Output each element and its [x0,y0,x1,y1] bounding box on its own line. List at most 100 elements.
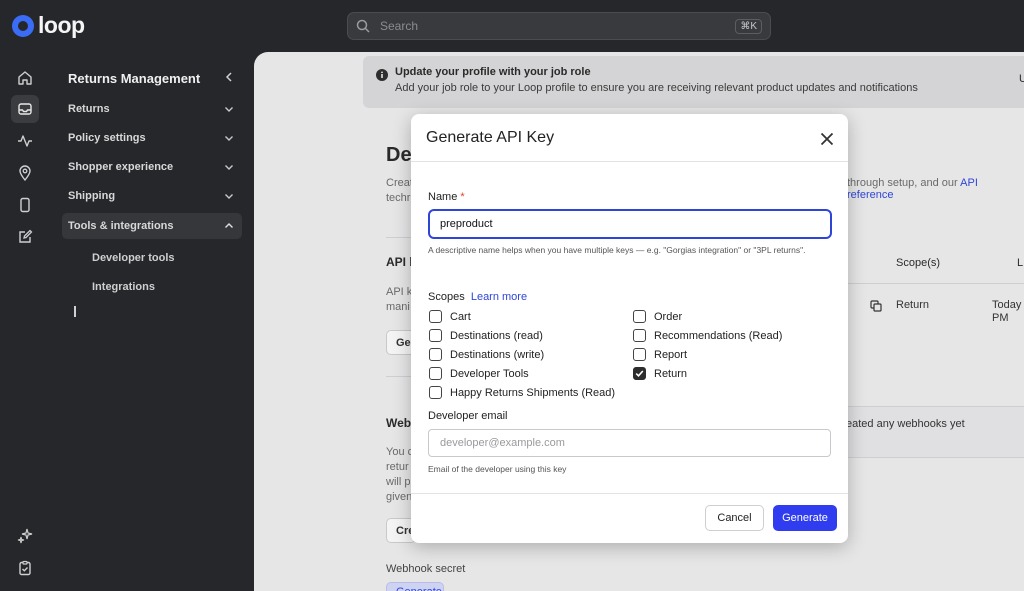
generate-button[interactable]: Generate [773,505,837,531]
icon-rail [0,52,50,591]
table-divider [848,283,1024,284]
intro-text-line2: techr [386,192,411,204]
scope-checkbox-happy-returns-shipments[interactable]: Happy Returns Shipments (Read) [429,386,615,399]
edit-icon[interactable] [11,223,39,251]
scope-checkbox-cart[interactable]: Cart [429,310,471,323]
search-bar[interactable]: ⌘K [347,12,771,40]
checkbox-checked[interactable] [633,367,646,380]
sidebar-item-label: Shopper experience [68,161,174,173]
required-mark: * [460,191,465,203]
sidebar-item-tools-integrations[interactable]: Tools & integrations [62,213,242,239]
sidebar-item-label: Shipping [68,190,116,202]
chevron-left-icon [225,72,232,82]
checkbox[interactable] [633,329,646,342]
sidebar-subitem-developer-tools[interactable]: Developer tools [92,252,175,264]
scopes-header: Scopes Learn more [428,291,527,303]
row-scope: Return [896,299,930,311]
sidebar-title: Returns Management [68,71,201,86]
checkbox[interactable] [633,310,646,323]
top-bar: loop ⌘K [0,0,1024,52]
scope-label: Recommendations (Read) [654,329,783,342]
dialog-title: Generate API Key [426,129,555,146]
sparkle-icon[interactable] [11,522,39,550]
name-input[interactable] [428,209,832,239]
banner-action[interactable]: U [1019,73,1024,85]
sidebar-item-returns[interactable]: Returns [62,96,242,122]
home-icon[interactable] [11,64,39,92]
intro-text-tail: through setup, and our API reference [847,177,1024,201]
checkbox[interactable] [429,310,442,323]
sidebar-item-label: Policy settings [68,132,146,144]
sidebar-item-shopper-experience[interactable]: Shopper experience [62,154,242,180]
chevron-down-icon [225,194,233,199]
generate-api-key-dialog: Generate API Key Name * A descriptive na… [411,114,848,543]
checkbox[interactable] [429,367,442,380]
scope-checkbox-destinations-read[interactable]: Destinations (read) [429,329,543,342]
sidebar-subitem-integrations[interactable]: Integrations [92,281,155,293]
scope-checkbox-developer-tools[interactable]: Developer Tools [429,367,529,380]
location-pin-icon[interactable] [11,159,39,187]
search-shortcut: ⌘K [735,18,762,34]
sidebar-item-policy-settings[interactable]: Policy settings [62,125,242,151]
activity-icon[interactable] [11,127,39,155]
sidebar-item-shipping[interactable]: Shipping [62,183,242,209]
mobile-icon[interactable] [11,191,39,219]
page-title: De [386,144,412,166]
chevron-down-icon [225,107,233,112]
collapse-sidebar-button[interactable] [222,70,236,89]
close-icon [820,132,834,146]
logo-text: loop [38,12,85,38]
generate-secret-button[interactable]: Generate [386,582,444,591]
row-date-line2: PM [992,312,1009,324]
last-column-header: L [1017,257,1024,269]
developer-email-field[interactable] [428,429,831,457]
scope-label: Destinations (read) [450,329,543,342]
search-input[interactable] [378,18,736,34]
scope-checkbox-destinations-write[interactable]: Destinations (write) [429,348,544,361]
clipboard-check-icon[interactable] [11,554,39,582]
scope-checkbox-return[interactable]: Return [633,367,687,380]
copy-icon[interactable] [870,300,882,312]
chevron-down-icon [225,165,233,170]
active-indicator [74,306,76,317]
chevron-down-icon [225,136,233,141]
api-desc: API k [386,286,413,298]
scopes-label: Scopes [428,291,465,303]
scopes-column-header: Scope(s) [896,257,941,269]
webhooks-desc-2: retur [386,461,409,473]
checkbox[interactable] [429,386,442,399]
sidebar-item-label: Returns [68,103,110,115]
checkbox[interactable] [429,348,442,361]
name-label-text: Name [428,191,458,203]
scope-checkbox-order[interactable]: Order [633,310,682,323]
scope-label: Report [654,348,688,361]
checkbox[interactable] [633,348,646,361]
cancel-button[interactable]: Cancel [705,505,764,531]
scope-label: Cart [450,310,471,323]
name-help-text: A descriptive name helps when you have m… [428,245,806,255]
webhooks-desc: You c [386,446,414,458]
scope-checkbox-recommendations-read[interactable]: Recommendations (Read) [633,329,782,342]
webhook-secret-label: Webhook secret [386,563,466,575]
close-button[interactable] [815,127,839,151]
scope-checkbox-report[interactable]: Report [633,348,687,361]
name-label: Name * [428,191,465,203]
checkbox[interactable] [429,329,442,342]
webhooks-desc-4: given [386,491,413,503]
scope-label: Order [654,310,683,323]
banner-title: Update your profile with your job role [395,66,591,78]
inbox-icon[interactable] [11,95,39,123]
check-icon [635,370,644,377]
dialog-footer-divider [411,493,848,494]
webhooks-desc-3: will p [386,476,411,488]
row-date: Today [992,299,1022,311]
loop-logo[interactable]: loop [12,12,85,39]
developer-email-label: Developer email [428,410,508,422]
intro-text: Creat [386,177,413,189]
dialog-header-divider [411,161,848,162]
learn-more-link[interactable]: Learn more [471,291,527,303]
loop-logo-mark [12,14,34,37]
webhooks-empty-card [844,406,1024,458]
info-icon [376,69,388,81]
scope-label: Developer Tools [450,367,529,380]
